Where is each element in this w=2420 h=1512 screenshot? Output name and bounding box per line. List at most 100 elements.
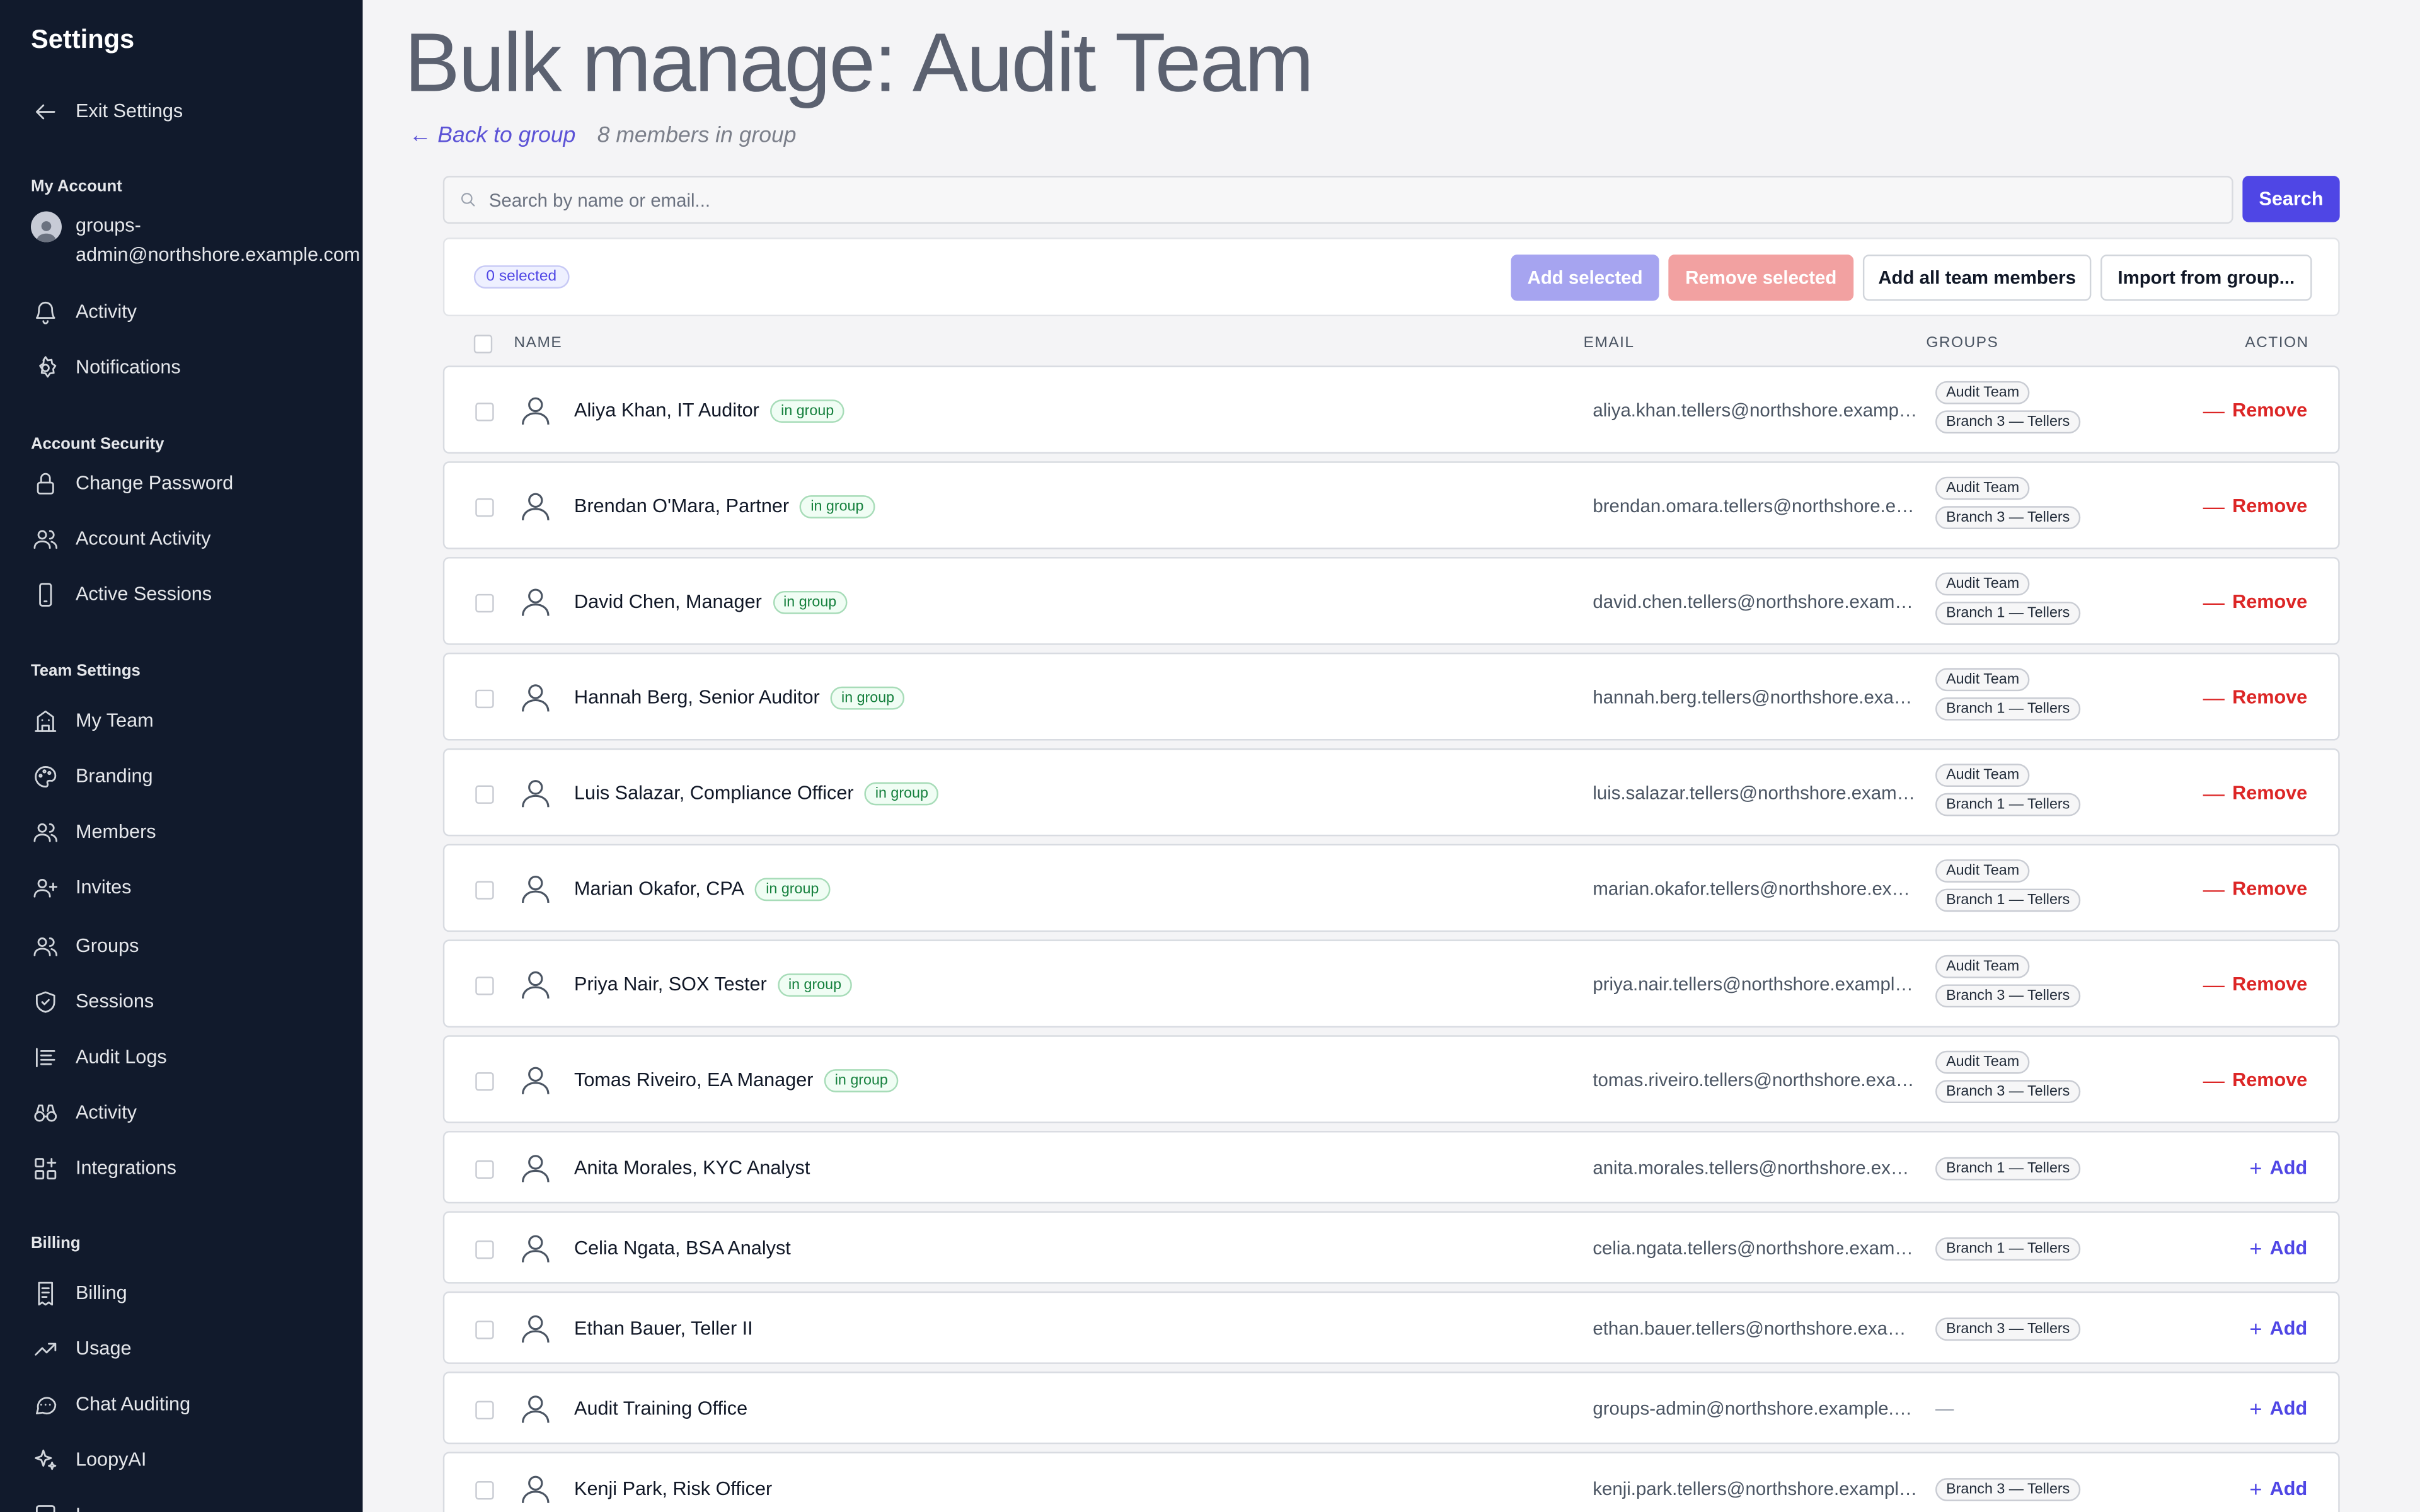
row-checkbox[interactable]: [475, 497, 494, 517]
table-row[interactable]: Marian Okafor, CPA in group marian.okafor.…: [442, 844, 2340, 932]
search-button[interactable]: Search: [2242, 176, 2340, 222]
member-name: Brendan O'Mara, Partner: [574, 495, 790, 517]
remove-button[interactable]: — Remove: [2203, 588, 2308, 613]
table-row[interactable]: Luis Salazar, Compliance Officer in group…: [442, 748, 2340, 837]
remove-button[interactable]: — Remove: [2203, 780, 2308, 805]
sidebar-item-label: Billing: [76, 1282, 127, 1304]
remove-button[interactable]: — Remove: [2203, 684, 2308, 709]
select-all-checkbox[interactable]: [473, 335, 493, 353]
sidebar-item-audit-logs[interactable]: Audit Logs: [31, 1040, 167, 1074]
sidebar-item-sessions[interactable]: Sessions: [31, 984, 154, 1018]
sidebar-item-loopyai[interactable]: LoopyAI: [31, 1443, 146, 1477]
sidebar-item-usage[interactable]: Usage: [31, 1331, 132, 1365]
sidebar-item-change-password[interactable]: Change Password: [31, 466, 233, 500]
table-row[interactable]: Priya Nair, SOX Tester in group priya.nair…: [442, 939, 2340, 1028]
add-selected-button[interactable]: Add selected: [1511, 255, 1659, 301]
member-name: Kenji Park, Risk Officer: [574, 1477, 773, 1499]
group-tag: Branch 1 — Tellers: [1935, 1236, 2081, 1260]
member-name-cell: Celia Ngata, BSA Analyst: [574, 1237, 791, 1258]
sidebar-item-branding[interactable]: Branding: [31, 759, 153, 793]
table-row[interactable]: Tomas Riveiro, EA Manager in group tomas.r…: [442, 1035, 2340, 1123]
add-button[interactable]: + Add: [2249, 1395, 2307, 1420]
group-tag: Audit Team: [1935, 859, 2031, 883]
sidebar-item-label: Notifications: [76, 356, 181, 379]
sidebar-item-active-sessions[interactable]: Active Sessions: [31, 577, 212, 611]
sidebar-item-notifications[interactable]: Notifications: [31, 350, 181, 384]
section-my-account: My Account: [30, 177, 122, 197]
add-button[interactable]: + Add: [2249, 1235, 2307, 1259]
action-label: Remove: [2232, 494, 2308, 517]
sidebar-item-chat-auditing[interactable]: Chat Auditing: [31, 1387, 190, 1421]
sidebar-item-partial[interactable]: L...: [31, 1498, 103, 1512]
member-name: Luis Salazar, Compliance Officer: [574, 782, 854, 804]
member-email: aliya.khan.tellers@northshore.example.co…: [1593, 399, 1919, 421]
remove-selected-button[interactable]: Remove selected: [1668, 255, 1854, 301]
add-button[interactable]: + Add: [2249, 1155, 2307, 1179]
add-button[interactable]: + Add: [2249, 1475, 2307, 1500]
row-checkbox[interactable]: [475, 1320, 494, 1339]
table-row[interactable]: Aliya Khan, IT Auditor in group aliya.khan…: [442, 365, 2340, 454]
member-name: Priya Nair, SOX Tester: [574, 973, 767, 995]
user-icon: [519, 966, 553, 1000]
remove-button[interactable]: — Remove: [2203, 398, 2308, 422]
account-entry[interactable]: groups-admin@northshore.example.com: [30, 211, 363, 270]
table-row[interactable]: Brendan O'Mara, Partner in group brendan.o…: [442, 461, 2340, 549]
member-name: Ethan Bauer, Teller II: [574, 1317, 753, 1339]
member-name: Anita Morales, KYC Analyst: [574, 1156, 810, 1178]
table-row[interactable]: David Chen, Manager in group david.chen.te…: [442, 557, 2340, 645]
sidebar-item-integrations[interactable]: Integrations: [31, 1151, 176, 1185]
search-input[interactable]: [488, 189, 2232, 211]
plus-icon: +: [2249, 1475, 2262, 1501]
member-groups: Audit Team Branch 1 — Tellers: [1935, 764, 2081, 816]
action-label: Add: [2269, 1317, 2308, 1339]
sidebar-item-activity[interactable]: Activity: [31, 295, 137, 329]
sidebar-item-invites[interactable]: Invites: [31, 870, 132, 904]
action-label: Remove: [2232, 781, 2308, 803]
add-button[interactable]: + Add: [2249, 1315, 2307, 1340]
import-from-group-button[interactable]: Import from group...: [2100, 255, 2312, 301]
sidebar-item-billing[interactable]: Billing: [31, 1276, 127, 1310]
row-checkbox[interactable]: [475, 1159, 494, 1178]
add-all-team-members-button[interactable]: Add all team members: [1862, 255, 2092, 301]
user-icon: [519, 1471, 553, 1505]
row-checkbox[interactable]: [475, 1071, 494, 1091]
plus-icon: +: [2249, 1235, 2262, 1260]
search-icon: [461, 193, 475, 207]
sidebar-item-account-activity[interactable]: Account Activity: [31, 522, 210, 556]
sidebar-item-label: Groups: [76, 935, 139, 957]
sidebar-item-team-activity[interactable]: Activity: [31, 1096, 137, 1130]
remove-button[interactable]: — Remove: [2203, 971, 2308, 996]
row-checkbox[interactable]: [475, 784, 494, 803]
lock-icon: [31, 469, 59, 496]
search-box[interactable]: [442, 176, 2233, 224]
row-checkbox[interactable]: [475, 975, 494, 995]
back-to-group-link[interactable]: ← Back to group: [409, 123, 575, 148]
row-checkbox[interactable]: [475, 880, 494, 899]
sidebar-item-members[interactable]: Members: [31, 815, 156, 849]
integrations-icon: [31, 1154, 59, 1182]
row-checkbox[interactable]: [475, 1480, 494, 1499]
exit-settings-link[interactable]: Exit Settings: [31, 94, 183, 128]
table-row[interactable]: Audit Training Office groups-admin@norths…: [442, 1372, 2340, 1445]
remove-button[interactable]: — Remove: [2203, 493, 2308, 517]
row-checkbox[interactable]: [475, 1400, 494, 1419]
row-checkbox[interactable]: [475, 1239, 494, 1259]
chat-icon: [31, 1390, 59, 1418]
sidebar-item-groups[interactable]: Groups: [31, 929, 139, 963]
sidebar-item-my-team[interactable]: My Team: [31, 704, 154, 738]
row-checkbox[interactable]: [475, 689, 494, 707]
table-row[interactable]: Hannah Berg, Senior Auditor in group hanna…: [442, 652, 2340, 741]
table-row[interactable]: Celia Ngata, BSA Analyst celia.ngata.tell…: [442, 1211, 2340, 1284]
member-email: luis.salazar.tellers@northshore.example.…: [1593, 781, 1918, 803]
user-icon: [519, 392, 553, 427]
remove-button[interactable]: — Remove: [2203, 876, 2308, 900]
table-row[interactable]: Anita Morales, KYC Analyst anita.morales.…: [442, 1131, 2340, 1204]
user-icon: [519, 1391, 553, 1425]
row-checkbox[interactable]: [475, 593, 494, 612]
row-checkbox[interactable]: [475, 401, 494, 421]
member-groups: Audit Team Branch 1 — Tellers: [1935, 668, 2081, 721]
table-row[interactable]: Kenji Park, Risk Officer kenji.park.telle…: [442, 1452, 2340, 1512]
table-row[interactable]: Ethan Bauer, Teller II ethan.bauer.teller…: [442, 1291, 2340, 1364]
remove-button[interactable]: — Remove: [2203, 1067, 2308, 1091]
group-tag: Audit Team: [1935, 668, 2031, 692]
